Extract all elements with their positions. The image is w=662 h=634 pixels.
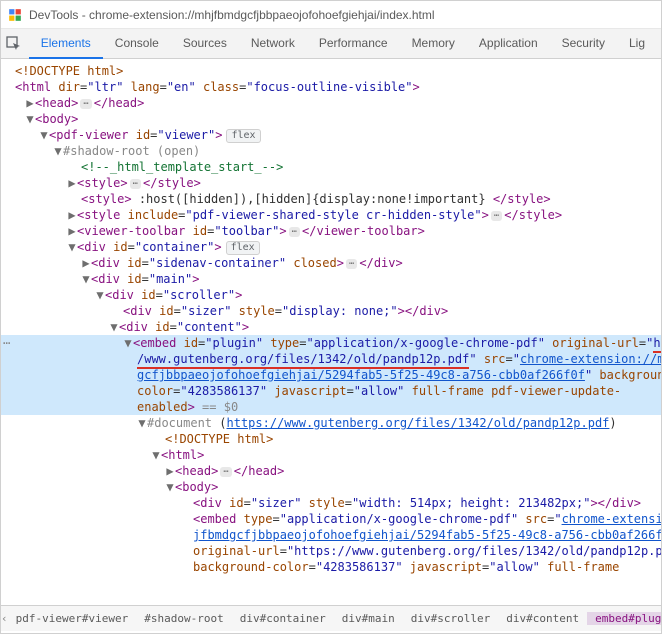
collapse-icon[interactable]: ▼	[95, 287, 105, 303]
tree-row[interactable]: <!--_html_template_start_-->	[1, 159, 661, 175]
tab-console[interactable]: Console	[103, 29, 171, 59]
tree-row[interactable]: ▶<viewer-toolbar id="toolbar">⋯</viewer-…	[1, 223, 661, 239]
collapse-icon[interactable]: ▼	[109, 319, 119, 335]
tree-row[interactable]: ▼<div id="scroller">	[1, 287, 661, 303]
collapse-icon[interactable]: ▼	[165, 479, 175, 495]
tree-row-selected[interactable]: ⋯ ▼<embed id="plugin" type="application/…	[1, 335, 661, 351]
breadcrumb-item[interactable]: div#scroller	[403, 612, 498, 625]
breadcrumb-item[interactable]: div#container	[232, 612, 334, 625]
devtools-icon	[7, 7, 23, 23]
selected-node-indicator: == $0	[202, 400, 238, 414]
gutter-dots-icon[interactable]: ⋯	[3, 335, 10, 351]
breadcrumb-item[interactable]: pdf-viewer#viewer	[8, 612, 137, 625]
expand-icon[interactable]: ▶	[67, 207, 77, 223]
ellipsis-icon[interactable]: ⋯	[289, 227, 300, 237]
tree-row[interactable]: ▶<style>⋯</style>	[1, 175, 661, 191]
ellipsis-icon[interactable]: ⋯	[130, 179, 141, 189]
collapse-icon[interactable]: ▼	[137, 415, 147, 431]
tree-row[interactable]: background-color="4283586137" javascript…	[1, 559, 661, 575]
expand-icon[interactable]: ▶	[67, 223, 77, 239]
ellipsis-icon[interactable]: ⋯	[491, 211, 502, 221]
window-title: DevTools - chrome-extension://mhjfbmdgcf…	[29, 8, 435, 22]
tree-row-selected[interactable]: /www.gutenberg.org/files/1342/old/pandp1…	[1, 351, 661, 367]
expand-icon[interactable]: ▶	[67, 175, 77, 191]
tree-row[interactable]: <!DOCTYPE html>	[1, 431, 661, 447]
collapse-icon[interactable]: ▼	[151, 447, 161, 463]
tree-row[interactable]: ▼#shadow-root (open)	[1, 143, 661, 159]
ellipsis-icon[interactable]: ⋯	[80, 99, 91, 109]
collapse-icon[interactable]: ▼	[25, 111, 35, 127]
breadcrumb-item[interactable]: div#content	[498, 612, 587, 625]
tab-sources[interactable]: Sources	[171, 29, 239, 59]
tree-row-selected[interactable]: enabled> == $0	[1, 399, 661, 415]
tree-row[interactable]: ▼#document (https://www.gutenberg.org/fi…	[1, 415, 661, 431]
inner-embed-src-link[interactable]: jfbmdgcfjbbpaeojofohoefgiehjai/5294fab5-…	[193, 528, 661, 542]
window-titlebar: DevTools - chrome-extension://mhjfbmdgcf…	[1, 1, 661, 29]
embed-src-link[interactable]: gcfjbbpaeojofohoefgiehjai/5294fab5-5f25-…	[137, 368, 585, 382]
tree-row[interactable]: jfbmdgcfjbbpaeojofohoefgiehjai/5294fab5-…	[1, 527, 661, 543]
tree-row[interactable]: <div id="sizer" style="width: 514px; hei…	[1, 495, 661, 511]
expand-icon[interactable]: ▶	[81, 255, 91, 271]
tab-elements[interactable]: Elements	[29, 29, 103, 59]
document-url-link[interactable]: https://www.gutenberg.org/files/1342/old…	[227, 416, 610, 430]
tab-overflow[interactable]: Lig	[617, 29, 657, 59]
expand-icon[interactable]: ▶	[25, 95, 35, 111]
panel-tabs: Elements Console Sources Network Perform…	[29, 29, 657, 59]
tree-row-selected[interactable]: color="4283586137" javascript="allow" fu…	[1, 383, 661, 399]
tree-row[interactable]: ▶<head>⋯</head>	[1, 95, 661, 111]
tree-row[interactable]: ▼<body>	[1, 111, 661, 127]
collapse-icon[interactable]: ▼	[39, 127, 49, 143]
tree-row-selected[interactable]: gcfjbbpaeojofohoefgiehjai/5294fab5-5f25-…	[1, 367, 661, 383]
tree-row[interactable]: ▼<html>	[1, 447, 661, 463]
original-url-highlight: https:/	[653, 336, 661, 353]
tree-row[interactable]: ▶<div id="sidenav-container" closed>⋯</d…	[1, 255, 661, 271]
tree-row[interactable]: ▼<body>	[1, 479, 661, 495]
tree-row[interactable]: ▼<pdf-viewer id="viewer">flex	[1, 127, 661, 143]
tree-row[interactable]: ▼<div id="content">	[1, 319, 661, 335]
devtools-toolbar: Elements Console Sources Network Perform…	[1, 29, 661, 59]
breadcrumb-item-selected[interactable]: embed#plugin	[587, 612, 661, 625]
embed-src-link[interactable]: chrome-extension://mhjfbmd	[520, 352, 661, 366]
tree-row[interactable]: ▶<style include="pdf-viewer-shared-style…	[1, 207, 661, 223]
tab-memory[interactable]: Memory	[400, 29, 467, 59]
breadcrumb-scroll-left[interactable]: ‹	[1, 612, 8, 625]
tree-row[interactable]: <html dir="ltr" lang="en" class="focus-o…	[1, 79, 661, 95]
tree-row[interactable]: <style> :host([hidden]),[hidden]{display…	[1, 191, 661, 207]
tab-network[interactable]: Network	[239, 29, 307, 59]
ellipsis-icon[interactable]: ⋯	[346, 259, 357, 269]
tab-performance[interactable]: Performance	[307, 29, 400, 59]
expand-icon[interactable]: ▶	[165, 463, 175, 479]
flex-badge[interactable]: flex	[226, 129, 260, 143]
tree-row[interactable]: ▶<head>⋯</head>	[1, 463, 661, 479]
tree-row[interactable]: ▼<div id="main">	[1, 271, 661, 287]
tree-row[interactable]: <!DOCTYPE html>	[1, 63, 661, 79]
flex-badge[interactable]: flex	[226, 241, 260, 255]
inspect-element-button[interactable]	[5, 31, 23, 57]
tree-row[interactable]: ▼<div id="container">flex	[1, 239, 661, 255]
tree-row[interactable]: original-url="https://www.gutenberg.org/…	[1, 543, 661, 559]
tree-row[interactable]: <div id="sizer" style="display: none;"><…	[1, 303, 661, 319]
collapse-icon[interactable]: ▼	[67, 239, 77, 255]
tab-application[interactable]: Application	[467, 29, 550, 59]
tab-security[interactable]: Security	[550, 29, 617, 59]
breadcrumb-item[interactable]: #shadow-root	[136, 612, 231, 625]
collapse-icon[interactable]: ▼	[81, 271, 91, 287]
tree-row[interactable]: <embed type="application/x-google-chrome…	[1, 511, 661, 527]
ellipsis-icon[interactable]: ⋯	[220, 467, 231, 477]
inner-embed-src-link[interactable]: chrome-extension://mh	[562, 512, 661, 526]
collapse-icon[interactable]: ▼	[53, 143, 63, 159]
collapse-icon[interactable]: ▼	[123, 335, 133, 351]
elements-tree[interactable]: <!DOCTYPE html> <html dir="ltr" lang="en…	[1, 59, 661, 605]
breadcrumb-bar: ‹ pdf-viewer#viewer #shadow-root div#con…	[1, 605, 661, 631]
breadcrumb-item[interactable]: div#main	[334, 612, 403, 625]
